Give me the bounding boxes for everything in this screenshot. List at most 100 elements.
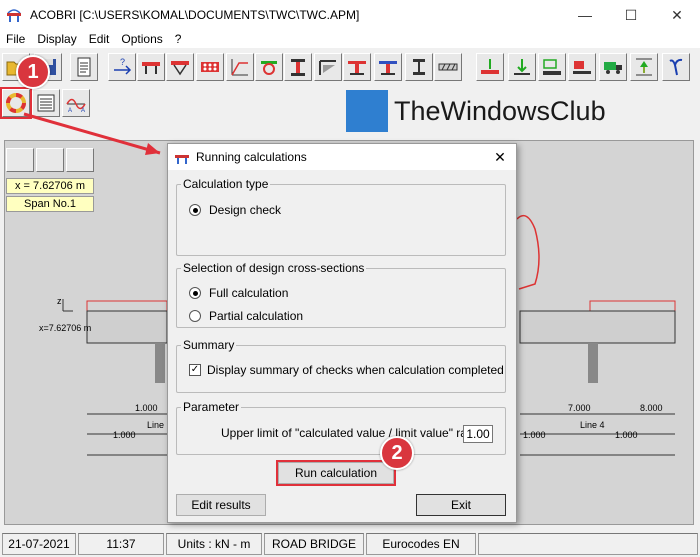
dialog-close-button[interactable]: ✕ bbox=[490, 147, 510, 167]
report-icon bbox=[37, 94, 55, 112]
watermark-text: TheWindowsClub bbox=[394, 95, 606, 126]
edit-results-button[interactable]: Edit results bbox=[176, 494, 266, 516]
selection-label: Selection of design cross-sections bbox=[181, 261, 367, 275]
view-elevation-button[interactable] bbox=[36, 148, 64, 172]
status-units: Units : kN - m bbox=[166, 533, 262, 555]
run-calculations-button[interactable] bbox=[2, 89, 30, 117]
vehicle-outline bbox=[516, 214, 540, 290]
menu-edit[interactable]: Edit bbox=[83, 32, 116, 46]
vehicle-load-button[interactable] bbox=[568, 53, 596, 81]
deck-section-button[interactable] bbox=[137, 53, 165, 81]
steel-profile-button[interactable] bbox=[284, 53, 312, 81]
section-red-button[interactable] bbox=[343, 53, 371, 81]
connector-icon bbox=[261, 61, 277, 75]
dialog-title-bar: Running calculations ✕ bbox=[168, 144, 516, 170]
support-icon bbox=[481, 59, 499, 74]
gamma-factor-button[interactable] bbox=[662, 53, 690, 81]
truck-load-button[interactable] bbox=[599, 53, 627, 81]
deflection-button[interactable] bbox=[630, 53, 658, 81]
deflection-icon bbox=[636, 58, 652, 76]
dialog-title: Running calculations bbox=[196, 150, 307, 164]
section-blue-button[interactable] bbox=[374, 53, 402, 81]
radio-unselected bbox=[189, 310, 201, 322]
checkmark-icon: ✓ bbox=[189, 364, 201, 376]
report-button[interactable] bbox=[32, 89, 60, 117]
girder-icon bbox=[171, 61, 189, 76]
maximize-button[interactable]: ☐ bbox=[608, 0, 654, 30]
dim-left-line: Line bbox=[147, 420, 164, 430]
svg-text:A: A bbox=[81, 108, 85, 114]
status-empty bbox=[478, 533, 698, 555]
minimize-button[interactable]: — bbox=[562, 0, 608, 30]
full-calculation-radio[interactable]: Full calculation bbox=[189, 286, 288, 300]
status-project-type: ROAD BRIDGE bbox=[264, 533, 364, 555]
ratio-limit-input[interactable]: 1.00 bbox=[463, 425, 493, 443]
step-badge-two: 2 bbox=[380, 436, 414, 470]
design-check-radio[interactable]: Design check bbox=[189, 203, 281, 217]
parameter-label: Parameter bbox=[181, 400, 242, 414]
document-icon bbox=[77, 57, 91, 77]
dim-right-a: 1.000 bbox=[523, 430, 546, 440]
load-arrow-button[interactable] bbox=[508, 53, 536, 81]
status-bar: 21-07-2021 11:37 Units : kN - m ROAD BRI… bbox=[0, 531, 700, 557]
axis-z-label: z bbox=[57, 296, 62, 306]
view-buttons bbox=[6, 148, 96, 172]
view-section-button[interactable] bbox=[6, 148, 34, 172]
display-summary-checkbox[interactable]: ✓ Display summary of checks when calcula… bbox=[189, 363, 504, 377]
connector-button[interactable] bbox=[255, 53, 283, 81]
truck-icon bbox=[604, 62, 622, 74]
dim-left-bottom: 1.000 bbox=[113, 430, 136, 440]
help-arrows-button[interactable]: ? bbox=[108, 53, 136, 81]
hatched-slab-button[interactable] bbox=[434, 53, 462, 81]
slab-icon bbox=[319, 60, 336, 75]
right-girder bbox=[588, 343, 598, 383]
moment-diagram-icon: AA bbox=[66, 98, 86, 114]
reinforcement-button[interactable] bbox=[196, 53, 224, 81]
x-position-box: x = 7.62706 m bbox=[6, 178, 94, 194]
gamma-icon bbox=[669, 58, 683, 76]
slab-button[interactable] bbox=[314, 53, 342, 81]
left-girder bbox=[155, 343, 165, 383]
calculation-type-group: Calculation type Design check bbox=[176, 177, 506, 256]
right-deck-red bbox=[589, 300, 676, 312]
close-button[interactable]: ✕ bbox=[654, 0, 700, 30]
menu-help[interactable]: ? bbox=[169, 32, 188, 46]
deck-section-icon bbox=[142, 62, 160, 74]
arrows-help-icon: ? bbox=[114, 57, 132, 75]
dim-right-line4: Line 4 bbox=[580, 420, 605, 430]
down-arrow-load-icon bbox=[514, 59, 530, 75]
i-beam-button[interactable] bbox=[405, 53, 433, 81]
partial-calculation-radio[interactable]: Partial calculation bbox=[189, 309, 303, 323]
step-badge-one: 1 bbox=[16, 55, 50, 89]
girder-button[interactable] bbox=[166, 53, 194, 81]
menu-options[interactable]: Options bbox=[115, 32, 168, 46]
radio-selected bbox=[189, 204, 201, 216]
span-box: Span No.1 bbox=[6, 196, 94, 212]
svg-text:?: ? bbox=[120, 57, 125, 67]
display-summary-label: Display summary of checks when calculati… bbox=[207, 363, 504, 377]
view-plan-button[interactable] bbox=[66, 148, 94, 172]
steel-profile-icon bbox=[291, 59, 305, 76]
run-calculation-button[interactable]: Run calculation bbox=[278, 462, 394, 484]
x-marker-label: x=7.62706 m bbox=[39, 323, 91, 333]
dialog-app-icon bbox=[175, 155, 189, 164]
full-calculation-label: Full calculation bbox=[209, 286, 289, 300]
document-button[interactable] bbox=[70, 53, 98, 81]
exit-button[interactable]: Exit bbox=[416, 494, 506, 516]
lifebuoy-icon bbox=[6, 93, 26, 113]
right-slab bbox=[519, 310, 676, 344]
section-red-icon bbox=[348, 61, 366, 75]
radio-selected bbox=[189, 287, 201, 299]
vehicle-load-icon bbox=[573, 61, 591, 74]
stress-strain-button[interactable] bbox=[226, 53, 254, 81]
diagram-button[interactable]: AA bbox=[62, 89, 90, 117]
support-load-button[interactable] bbox=[476, 53, 504, 81]
menu-file[interactable]: File bbox=[0, 32, 31, 46]
status-date: 21-07-2021 bbox=[2, 533, 76, 555]
i-beam-icon bbox=[413, 59, 425, 75]
svg-text:A: A bbox=[68, 108, 72, 114]
pressure-load-button[interactable] bbox=[538, 53, 566, 81]
menu-display[interactable]: Display bbox=[31, 32, 82, 46]
left-deck-red bbox=[86, 300, 168, 312]
dim-right-b: 1.000 bbox=[615, 430, 638, 440]
